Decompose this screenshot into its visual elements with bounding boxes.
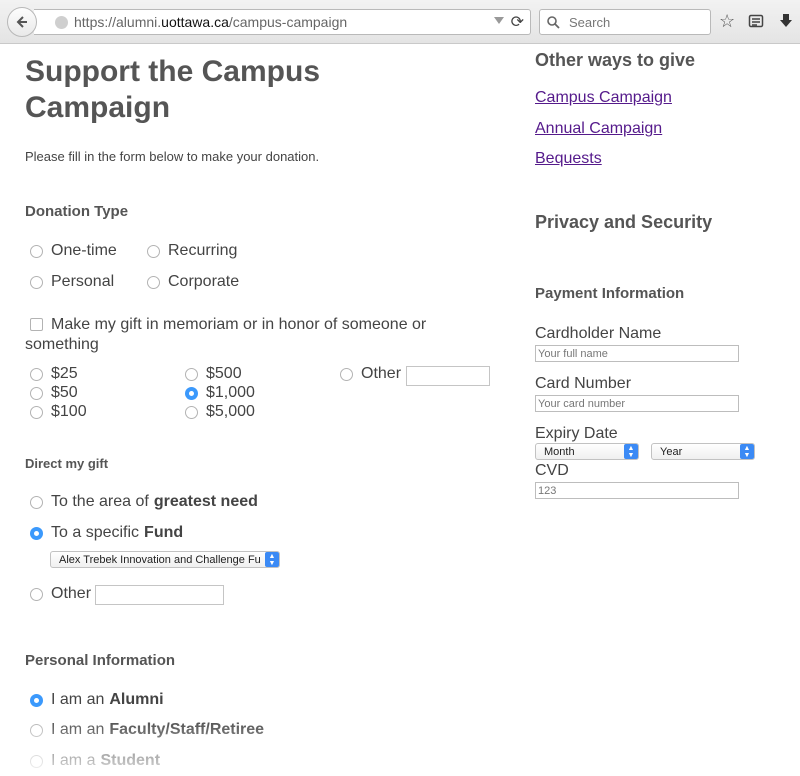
- amount-50[interactable]: $50: [30, 384, 78, 402]
- radio-specific-fund[interactable]: To a specific Fund: [30, 524, 183, 542]
- fund-select[interactable]: Alex Trebek Innovation and Challenge Fu …: [50, 551, 280, 568]
- cardholder-input[interactable]: [535, 345, 739, 362]
- bookmark-star-icon[interactable]: ☆: [719, 10, 735, 32]
- expiry-year-select[interactable]: Year ▲ ▼: [651, 443, 755, 460]
- amount-5000[interactable]: $5,000: [185, 403, 255, 421]
- other-ways-heading: Other ways to give: [535, 50, 696, 70]
- amount-other[interactable]: Other: [340, 365, 401, 383]
- memoriam-checkbox[interactable]: [30, 318, 43, 332]
- radio-recurring[interactable]: Recurring: [147, 242, 237, 260]
- radio-button[interactable]: [30, 275, 43, 289]
- radio-button[interactable]: [30, 495, 43, 509]
- radio-button[interactable]: [147, 275, 160, 289]
- amount-100[interactable]: $100: [30, 403, 87, 421]
- history-dropdown-icon[interactable]: [494, 17, 504, 24]
- radio-corporate[interactable]: Corporate: [147, 273, 239, 291]
- back-arrow-icon: [16, 16, 27, 28]
- donation-type-heading: Donation Type: [25, 203, 129, 220]
- amount-25[interactable]: $25: [30, 365, 78, 383]
- radio-button-checked[interactable]: [30, 526, 43, 540]
- radio-button[interactable]: [30, 754, 43, 768]
- radio-gift-other[interactable]: Other: [30, 585, 91, 603]
- select-arrows-icon: ▲ ▼: [624, 444, 638, 459]
- radio-button[interactable]: [30, 386, 43, 400]
- radio-button[interactable]: [30, 405, 43, 419]
- memoriam-option: Make my gift in memoriam or in honor of …: [25, 316, 427, 353]
- radio-greatest-need[interactable]: To the area of greatest need: [30, 493, 258, 511]
- radio-button[interactable]: [30, 367, 43, 381]
- amount-other-input[interactable]: [406, 366, 490, 386]
- radio-button[interactable]: [30, 244, 43, 258]
- link-bequests[interactable]: Bequests: [535, 150, 602, 168]
- radio-button-checked[interactable]: [185, 386, 198, 400]
- radio-personal[interactable]: Personal: [30, 273, 114, 291]
- search-bar[interactable]: [539, 9, 711, 35]
- amount-500[interactable]: $500: [185, 365, 242, 383]
- cardholder-label: Cardholder Name: [535, 325, 662, 342]
- amount-1000[interactable]: $1,000: [185, 384, 255, 402]
- radio-button[interactable]: [147, 244, 160, 258]
- link-annual-campaign[interactable]: Annual Campaign: [535, 120, 662, 138]
- radio-button[interactable]: [340, 367, 353, 381]
- radio-button[interactable]: [185, 405, 198, 419]
- browser-toolbar: https://alumni.uottawa.ca/campus-campaig…: [0, 0, 800, 44]
- back-button[interactable]: [7, 7, 37, 37]
- radio-one-time[interactable]: One-time: [30, 242, 117, 260]
- intro-text: Please fill in the form below to make yo…: [25, 149, 320, 164]
- payment-heading: Payment Information: [535, 285, 685, 302]
- search-icon: [547, 15, 560, 29]
- expiry-month-select[interactable]: Month ▲ ▼: [535, 443, 639, 460]
- radio-faculty-staff[interactable]: I am an Faculty/Staff/Retiree: [30, 721, 264, 739]
- radio-button[interactable]: [30, 723, 43, 737]
- reading-list-icon[interactable]: [748, 10, 764, 34]
- link-campus-campaign[interactable]: Campus Campaign: [535, 89, 672, 107]
- donation-form: Support the Campus Campaign Please fill i…: [25, 43, 505, 769]
- radio-button[interactable]: [185, 367, 198, 381]
- download-icon[interactable]: [778, 10, 794, 34]
- address-bar[interactable]: https://alumni.uottawa.ca/campus-campaig…: [34, 9, 531, 35]
- reload-icon[interactable]: ⟳: [511, 12, 524, 32]
- select-arrows-icon: ▲ ▼: [265, 552, 279, 567]
- radio-student[interactable]: I am a Student: [30, 752, 160, 770]
- globe-icon: [55, 15, 68, 29]
- personal-info-heading: Personal Information: [25, 652, 176, 669]
- expiry-label: Expiry Date: [535, 425, 618, 442]
- select-arrows-icon: ▲ ▼: [740, 444, 754, 459]
- cvd-input[interactable]: [535, 482, 739, 499]
- gift-other-input[interactable]: [95, 585, 224, 605]
- radio-alumni[interactable]: I am an Alumni: [30, 691, 164, 709]
- url-text: https://alumni.uottawa.ca/campus-campaig…: [74, 14, 348, 30]
- page-title: Support the Campus Campaign: [25, 55, 321, 124]
- search-input[interactable]: [567, 13, 701, 31]
- privacy-heading: Privacy and Security: [535, 212, 713, 232]
- card-number-input[interactable]: [535, 395, 739, 412]
- radio-button[interactable]: [30, 587, 43, 601]
- cvd-label: CVD: [535, 462, 569, 479]
- direct-gift-heading: Direct my gift: [25, 456, 109, 471]
- radio-button-checked[interactable]: [30, 693, 43, 707]
- card-number-label: Card Number: [535, 375, 632, 392]
